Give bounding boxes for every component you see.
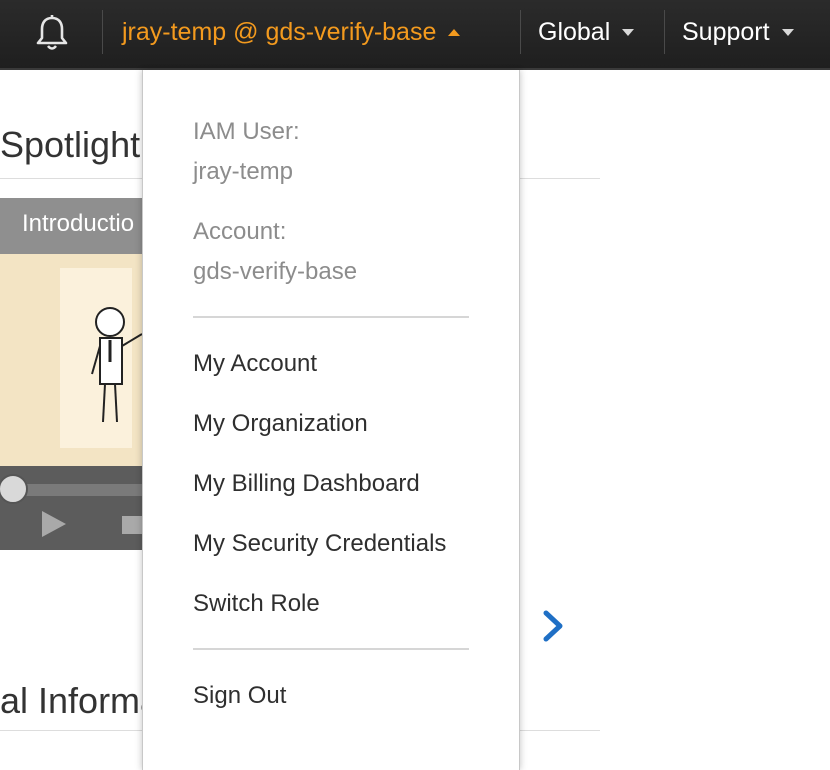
caret-down-icon — [622, 28, 635, 36]
iam-user-label: IAM User: — [193, 118, 300, 145]
support-menu-label: Support — [682, 17, 770, 46]
nav-separator — [520, 10, 521, 54]
menu-divider — [193, 316, 469, 318]
region-menu-label: Global — [538, 17, 611, 46]
chevron-right-icon[interactable] — [540, 608, 568, 644]
sign-out-button[interactable]: Sign Out — [193, 682, 286, 710]
nav-separator — [102, 10, 103, 54]
support-menu-toggle[interactable]: Support — [682, 0, 794, 64]
menu-item-my-security-credentials[interactable]: My Security Credentials — [193, 530, 446, 558]
nav-separator — [664, 10, 665, 54]
region-menu-toggle[interactable]: Global — [538, 0, 635, 64]
top-nav-bar: jray-temp @ gds-verify-base Global Suppo… — [0, 0, 830, 70]
section-title-spotlight: Spotlight — [0, 124, 141, 165]
play-icon[interactable] — [42, 511, 66, 537]
account-value: gds-verify-base — [193, 258, 358, 285]
menu-item-switch-role[interactable]: Switch Role — [193, 590, 320, 618]
caret-up-icon — [448, 28, 461, 36]
menu-item-my-organization[interactable]: My Organization — [193, 410, 368, 438]
menu-divider — [193, 648, 469, 650]
section-title-general-information: al Informa — [0, 680, 161, 721]
stick-figure-illustration — [91, 307, 143, 423]
video-player[interactable]: Introductio — [0, 198, 150, 550]
account-menu-toggle[interactable]: jray-temp @ gds-verify-base — [122, 0, 461, 64]
bell-icon[interactable] — [34, 13, 70, 53]
account-menu-label: jray-temp @ gds-verify-base — [122, 17, 437, 46]
caret-down-icon — [781, 28, 794, 36]
menu-item-my-billing-dashboard[interactable]: My Billing Dashboard — [193, 470, 420, 498]
account-label: Account: — [193, 218, 287, 245]
video-title: Introductio — [22, 210, 135, 237]
iam-user-value: jray-temp — [193, 158, 294, 185]
account-dropdown-menu: IAM User: jray-temp Account: gds-verify-… — [142, 70, 520, 770]
menu-item-my-account[interactable]: My Account — [193, 350, 317, 378]
video-title-bar: Introductio — [0, 198, 150, 254]
